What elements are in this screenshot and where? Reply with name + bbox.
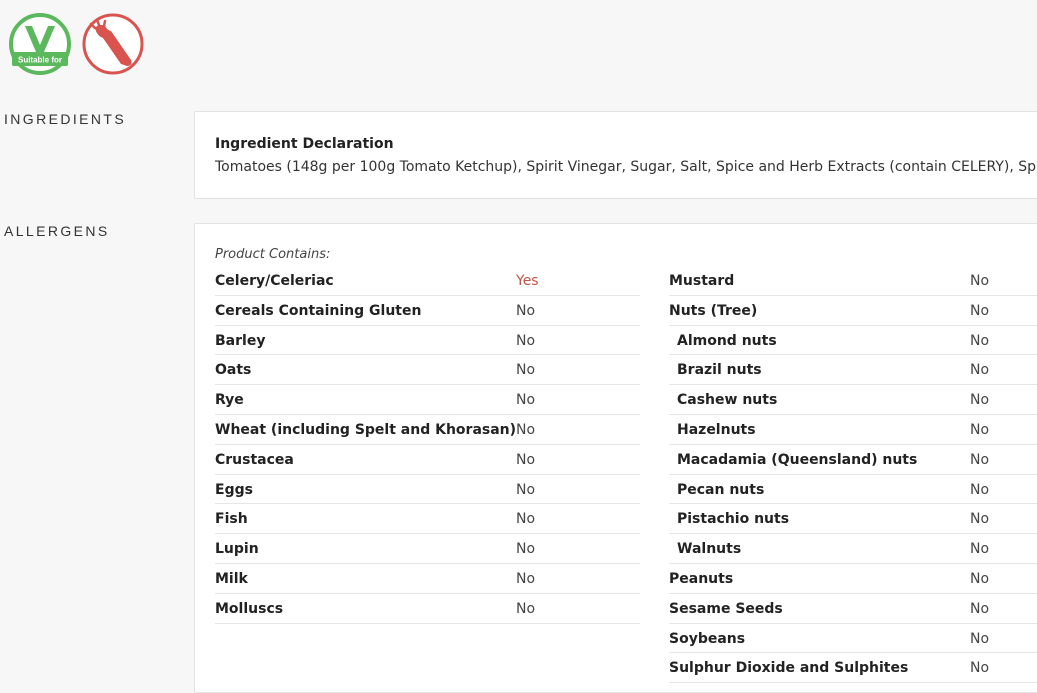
allergen-value: No [970,421,990,438]
allergen-name: Brazil nuts [677,362,762,379]
allergen-name: Soybeans [669,630,746,647]
allergen-row: Milk No [215,564,640,594]
allergen-value: No [970,302,990,319]
allergen-name: Fish [215,511,248,528]
allergen-value: No [970,451,990,468]
allergen-value: No [516,481,536,498]
allergen-value: No [516,541,536,558]
allergen-value: No [516,332,536,349]
allergen-name: Mustard [669,273,735,289]
allergen-name: Molluscs [215,600,284,617]
allergen-name: Pecan nuts [677,481,765,498]
allergen-name: Rye [215,392,244,409]
allergen-value: No [970,362,990,379]
allergen-row: Wheat (including Spelt and Khorasan) No [215,415,640,445]
allergen-row: Molluscs No [215,594,640,624]
allergen-row: Macadamia (Queensland) nuts No [669,445,1037,475]
allergen-name: Wheat (including Spelt and Khorasan) [215,421,517,438]
allergen-row: Brazil nuts No [669,355,1037,386]
allergen-value: No [516,302,536,319]
allergen-name: Oats [215,362,252,379]
allergen-value: No [970,481,990,498]
allergen-row: Hazelnuts No [669,415,1037,445]
allergen-value: No [516,511,536,528]
vegan-badge: Suitable for [8,12,72,76]
allergen-list-left: Celery/Celeriac Yes Cereals Containing Glu… [215,266,640,624]
allergen-row: Nuts (Tree) No [669,296,1037,326]
allergen-name: Pistachio nuts [677,511,790,528]
allergen-row: Almond nuts No [669,326,1037,356]
allergen-row: Barley No [215,326,640,356]
allergen-value: No [970,570,990,587]
allergen-row: Pistachio nuts No [669,504,1037,535]
allergen-name: Cereals Containing Gluten [215,302,422,319]
allergen-row: Eggs No [215,475,640,505]
allergen-name: Peanuts [669,570,734,587]
allergen-name: Milk [215,570,248,587]
allergen-name: Hazelnuts [677,421,756,438]
allergen-value: No [970,600,990,617]
vegan-v-icon: Suitable for [9,13,71,75]
allergen-name: Crustacea [215,451,294,468]
ingredient-declaration-heading: Ingredient Declaration [215,136,394,152]
allergen-value: No [970,273,990,289]
allergen-value: No [970,392,990,409]
allergen-name: Cashew nuts [677,392,778,409]
contains-celery-badge [81,12,145,76]
allergen-row: Lupin No [215,534,640,564]
allergen-value: No [970,630,990,647]
allergen-value: No [516,600,536,617]
allergen-name: Sesame Seeds [669,600,783,617]
product-contains-label: Product Contains: [215,247,331,262]
allergens-card: Product Contains: Celery/Celeriac Yes Cere… [194,223,1037,693]
allergen-row: Crustacea No [215,445,640,475]
allergen-name: Eggs [215,481,253,498]
allergen-name: Barley [215,332,266,349]
allergen-row: Mustard No [669,266,1037,296]
no-celery-icon [82,13,144,75]
allergen-name: Celery/Celeriac [215,273,334,289]
allergen-value: No [970,332,990,349]
allergen-value: No [516,362,536,379]
allergen-row: Walnuts No [669,534,1037,564]
allergen-name: Sulphur Dioxide and Sulphites [669,660,909,677]
allergen-row: Sulphur Dioxide and Sulphites No [669,653,1037,684]
allergen-value: No [516,570,536,587]
allergen-value: Yes [516,273,539,289]
allergen-row: Sesame Seeds No [669,594,1037,624]
allergen-value: No [970,541,990,558]
allergen-row: Peanuts No [669,564,1037,594]
ingredients-section-title: INGREDIENTS [4,111,127,127]
ingredients-card: Ingredient Declaration Tomatoes (148g pe… [194,111,1037,199]
allergen-row: Cereals Containing Gluten No [215,296,640,326]
allergen-name: Macadamia (Queensland) nuts [677,451,918,468]
allergen-name: Nuts (Tree) [669,302,758,319]
allergen-name: Walnuts [677,541,742,558]
allergen-value: No [970,660,990,677]
allergen-value: No [516,392,536,409]
allergen-row: Fish No [215,504,640,535]
allergen-value: No [970,511,990,528]
allergen-row: Rye No [215,385,640,415]
allergen-row: Cashew nuts No [669,385,1037,415]
suitable-for-label: Suitable for [18,56,62,65]
allergens-section-title: ALLERGENS [4,223,110,239]
allergen-name: Lupin [215,541,259,558]
allergen-row: Soybeans No [669,624,1037,654]
ingredient-declaration-text: Tomatoes (148g per 100g Tomato Ketchup),… [215,159,1037,175]
allergen-row: Celery/Celeriac Yes [215,266,640,296]
diet-badges: Suitable for [8,12,145,76]
allergen-row: Pecan nuts No [669,475,1037,505]
allergen-list-right: Mustard No Nuts (Tree) No Almond nuts No Brazi… [669,266,1037,684]
allergen-value: No [516,451,536,468]
allergen-row: Oats No [215,355,640,386]
allergen-name: Almond nuts [677,332,777,349]
allergen-value: No [516,421,536,438]
